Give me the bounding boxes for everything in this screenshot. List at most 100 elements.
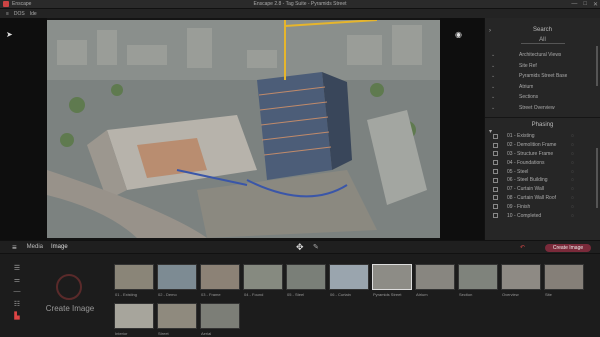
adjust-icon[interactable]: ⚌: [10, 276, 24, 288]
thumbnail[interactable]: 06 - Curtain: [329, 264, 369, 297]
list-item[interactable]: ⌄ Architectural Views: [485, 50, 600, 61]
close-button[interactable]: ✕: [593, 1, 598, 8]
filter-dropdown[interactable]: All: [520, 37, 565, 44]
menu-item-ide[interactable]: Ide: [30, 11, 37, 17]
hamburger-menu-icon[interactable]: ≡: [12, 243, 17, 252]
move-icon[interactable]: ✥: [296, 242, 304, 253]
create-image-tile[interactable]: Create Image: [40, 264, 96, 324]
list-item[interactable]: 04 - Foundations ◌: [485, 158, 600, 167]
thumbnail[interactable]: Site: [544, 264, 584, 297]
right-panel: › Search All ⌄ Architectural Views ⌄ Site …: [484, 18, 600, 240]
create-ring-icon: [56, 274, 82, 300]
list-item[interactable]: ⌄ Atrium: [485, 82, 600, 93]
visibility-icon[interactable]: ◌: [571, 160, 574, 166]
thumbnail[interactable]: Interior: [114, 303, 154, 336]
render-viewport[interactable]: [47, 20, 440, 238]
visibility-icon[interactable]: ◌: [571, 142, 574, 148]
list-item[interactable]: ⌄ Street Overview: [485, 103, 600, 114]
list-item[interactable]: 07 - Curtain Wall ◌: [485, 185, 600, 194]
thumbnail[interactable]: 03 - Frame: [200, 264, 240, 297]
phasing-label[interactable]: Phasing: [485, 122, 600, 128]
maximize-button[interactable]: □: [583, 1, 587, 8]
list-item[interactable]: ⌄ Sections: [485, 92, 600, 103]
checkbox[interactable]: [493, 177, 498, 183]
list-item[interactable]: ⌄ Pyramids Street Base: [485, 71, 600, 82]
checkbox[interactable]: [493, 169, 498, 175]
undo-icon[interactable]: ↶: [520, 244, 525, 251]
chevron-down-icon: ⌄: [491, 94, 496, 101]
visibility-icon[interactable]: ◌: [571, 177, 574, 183]
viewport-letterbox-right: ◉: [440, 18, 484, 240]
menu-item-dos[interactable]: DOS: [14, 11, 25, 17]
checkbox[interactable]: [493, 204, 498, 210]
city-render-image: [47, 20, 440, 238]
list-icon[interactable]: ☷: [10, 300, 24, 312]
cursor-icon[interactable]: ➤: [6, 30, 13, 39]
checkbox[interactable]: [493, 213, 498, 219]
collapse-arrow-icon[interactable]: ›: [489, 28, 491, 34]
checkbox[interactable]: [493, 160, 498, 166]
checkbox[interactable]: [493, 151, 498, 157]
scrollbar-bottom[interactable]: [596, 148, 598, 208]
chart-icon[interactable]: ▙: [10, 312, 24, 324]
list-item[interactable]: 05 - Steel ◌: [485, 167, 600, 176]
thumbnail-selected[interactable]: Pyramids Street: [372, 264, 412, 297]
title-bar: Enscape Enscape 2.8 - Tag Suite - Pyrami…: [0, 0, 600, 9]
viewport-letterbox-left: ➤: [0, 18, 47, 240]
phasing-list: 01 - Existing ◌ 02 - Demolition Frame ◌ 03…: [485, 132, 600, 220]
chevron-down-icon: ⌄: [491, 52, 496, 59]
search-label: Search: [532, 27, 552, 33]
list-item[interactable]: 10 - Completed ◌: [485, 211, 600, 220]
menu-bar: ≡ DOS Ide: [0, 9, 600, 18]
list-item[interactable]: 01 - Existing ◌: [485, 132, 600, 141]
thumbnail[interactable]: Street: [157, 303, 197, 336]
chevron-down-icon: ⌄: [491, 104, 496, 111]
chevron-down-icon: ⌄: [491, 83, 496, 90]
visibility-icon[interactable]: ◌: [571, 169, 574, 175]
viewport-area: ➤ ◉: [0, 18, 484, 240]
thumbnail[interactable]: 01 - Existing: [114, 264, 154, 297]
eye-icon[interactable]: ◉: [455, 30, 462, 39]
chevron-down-icon: ⌄: [491, 73, 496, 80]
sliders-icon[interactable]: ☰: [10, 264, 24, 276]
breadcrumb-media[interactable]: Media: [27, 244, 43, 250]
visibility-icon[interactable]: ◌: [571, 213, 574, 219]
checkbox[interactable]: [493, 133, 498, 139]
list-item[interactable]: 02 - Demolition Frame ◌: [485, 141, 600, 150]
thumbnail[interactable]: Overview: [501, 264, 541, 297]
visibility-icon[interactable]: ◌: [571, 151, 574, 157]
create-image-button[interactable]: Create Image: [545, 244, 591, 252]
minimize-button[interactable]: —: [571, 1, 577, 8]
checkbox[interactable]: [493, 186, 498, 192]
visibility-icon[interactable]: ◌: [571, 195, 574, 201]
thumbnail[interactable]: 02 - Demo: [157, 264, 197, 297]
pencil-icon[interactable]: ✎: [313, 243, 319, 251]
visibility-icon[interactable]: ◌: [571, 204, 574, 210]
breadcrumb-image[interactable]: Image: [51, 244, 68, 250]
thumbnail[interactable]: Section: [458, 264, 498, 297]
list-item[interactable]: 06 - Steel Building ◌: [485, 176, 600, 185]
list-item[interactable]: 03 - Structure Frame ◌: [485, 150, 600, 159]
list-item[interactable]: 08 - Curtain Wall Roof ◌: [485, 194, 600, 203]
create-image-label: Create Image: [45, 304, 95, 313]
thumbnail[interactable]: Aerial: [200, 303, 240, 336]
window-title: Enscape 2.8 - Tag Suite - Pyramids Stree…: [253, 1, 347, 7]
visibility-icon[interactable]: ◌: [571, 133, 574, 139]
minus-icon[interactable]: —: [10, 288, 24, 300]
expand-arrow-icon[interactable]: ▾: [489, 128, 492, 135]
checkbox[interactable]: [493, 142, 498, 148]
thumbnail[interactable]: 05 - Steel: [286, 264, 326, 297]
checkbox[interactable]: [493, 195, 498, 201]
chevron-down-icon: ⌄: [491, 62, 496, 69]
divider: [485, 117, 600, 118]
bottom-toolbar: ≡ Media Image ✥ ✎ ↶ Create Image: [0, 240, 600, 254]
menu-hamburger[interactable]: ≡: [6, 11, 9, 17]
left-toolbar: ☰ ⚌ — ☷ ▙: [10, 264, 24, 324]
list-item[interactable]: 09 - Finish ◌: [485, 202, 600, 211]
list-item[interactable]: ⌄ Site Ref: [485, 61, 600, 72]
visibility-icon[interactable]: ◌: [571, 186, 574, 192]
scrollbar-top[interactable]: [596, 46, 598, 86]
thumbnail[interactable]: 04 - Found: [243, 264, 283, 297]
views-list: ⌄ Architectural Views ⌄ Site Ref ⌄ Pyramids…: [485, 50, 600, 113]
thumbnail[interactable]: Atrium: [415, 264, 455, 297]
